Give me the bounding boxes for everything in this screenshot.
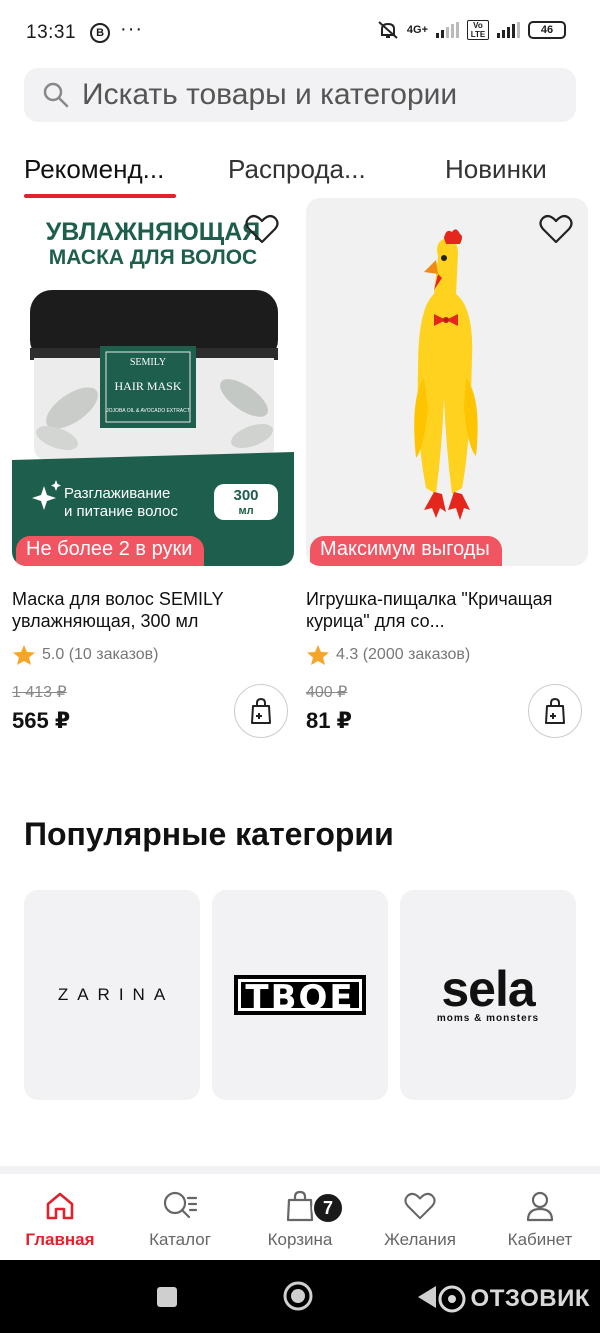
home-button-icon[interactable] [282,1280,314,1312]
popular-categories-title: Популярные категории [24,816,394,852]
catalog-search-icon [163,1191,198,1219]
image-ingredients: JOJOBA OIL & AVOCADO EXTRACT [106,408,190,414]
price-row: 400 ₽ 81 ₽ [306,682,588,738]
rubber-chicken-product-image [414,229,478,520]
nav-home[interactable]: Главная [0,1186,120,1250]
home-icon [46,1192,74,1220]
favorite-heart-icon[interactable] [538,212,574,246]
image-product: HAIR MASK [114,379,181,393]
network-type: 4G+ [406,24,428,36]
brand-tile-tvoe[interactable]: TBOE [212,890,388,1100]
tab-recommended[interactable]: Рекоменд... [24,154,164,185]
nav-divider [0,1166,600,1174]
nav-profile-label: Кабинет [507,1230,573,1249]
heart-icon [404,1192,436,1220]
rating-value: 5.0 [42,646,65,663]
battery-icon: 46 [528,21,566,39]
brand-tile-zarina[interactable]: ZARINA [24,890,200,1100]
nav-profile[interactable]: Кабинет [480,1186,600,1250]
favorite-heart-icon[interactable] [244,212,280,246]
nav-catalog[interactable]: Каталог [120,1186,240,1250]
signal-icon [436,22,459,38]
otzovik-watermark: ОТЗОВИК [437,1284,590,1314]
status-time: 13:31 [26,22,77,43]
image-volume-1: 300 [233,487,258,504]
image-brand: SEMILY [130,357,166,368]
image-benefit-2: и питание волос [64,503,178,520]
app-notification-icon: В [90,23,111,43]
tvoe-logo: TBOE [234,975,366,1018]
product-title[interactable]: Маска для волос SEMILY увлажняющая, 300 … [12,588,294,632]
more-notifications-icon: ··· [120,17,144,40]
star-icon [13,645,35,665]
status-bar: 13:31 В ··· 4G+ Vo LTE 46 [0,0,600,66]
add-to-cart-icon [251,697,271,724]
product-rating: 5.0 (10 заказов) [12,644,294,666]
system-navigation-bar: ОТЗОВИК [0,1260,600,1333]
otzovik-logo-icon [438,1285,466,1313]
signal-icon-2 [497,22,520,38]
profile-icon [526,1191,554,1222]
add-to-cart-icon [545,697,565,724]
product-image[interactable]: Максимум выгоды [306,198,588,566]
nav-home-label: Главная [25,1230,95,1249]
nav-catalog-label: Каталог [149,1230,211,1249]
add-to-cart-button[interactable] [234,684,288,738]
volte-icon: Vo LTE [467,20,489,40]
image-volume-2: мл [238,505,253,517]
price-row: 1 413 ₽ 565 ₽ [12,682,294,738]
image-headline-2: МАСКА ДЛЯ ВОЛОС [49,246,257,269]
rating-value: 4.3 [336,646,359,663]
tab-new[interactable]: Новинки [445,154,547,185]
tab-sale[interactable]: Распрода... [228,154,366,185]
brand-tile-sela[interactable]: sela moms & monsters [400,890,576,1100]
product-card[interactable]: Максимум выгоды Игрушка-пищалка "Кричаща… [306,198,588,738]
image-benefit-1: Разглаживание [64,485,170,502]
nav-cart[interactable]: 7 Корзина [240,1186,360,1250]
sela-tagline: moms & monsters [436,1012,540,1024]
product-title[interactable]: Игрушка-пищалка "Кричащая курица" для со… [306,588,588,632]
feed-tabs: Рекоменд... Распрода... Новинки [0,140,600,200]
product-image[interactable]: УВЛАЖНЯЮЩАЯ МАСКА ДЛЯ ВОЛОС SEMILY HAIR … [12,198,294,566]
back-icon[interactable] [416,1284,438,1310]
add-to-cart-button[interactable] [528,684,582,738]
product-card[interactable]: УВЛАЖНЯЮЩАЯ МАСКА ДЛЯ ВОЛОС SEMILY HAIR … [12,198,294,738]
orders-count: (10 заказов) [68,646,159,663]
promo-badge: Максимум выгоды [310,536,502,566]
cart-bag-icon [286,1190,314,1222]
mute-vibrate-icon [378,21,398,39]
sela-logo: sela [441,960,535,1017]
recent-apps-icon[interactable] [156,1286,178,1308]
orders-count: (2000 заказов) [362,646,471,663]
status-indicators: 4G+ Vo LTE 46 [377,20,566,40]
search-icon [43,82,69,108]
nav-wishlist-label: Желания [384,1230,456,1249]
promo-badge: Не более 2 в руки [16,536,205,566]
star-icon [307,645,329,665]
search-bar[interactable] [24,68,576,122]
bottom-navigation: Главная Каталог 7 Корзина Желания Кабине… [0,1174,600,1260]
hair-mask-product-image: УВЛАЖНЯЮЩАЯ МАСКА ДЛЯ ВОЛОС SEMILY HAIR … [12,198,294,566]
watermark-text: ОТЗОВИК [470,1285,590,1312]
product-rating: 4.3 (2000 заказов) [306,644,588,666]
nav-cart-label: Корзина [267,1230,333,1249]
cart-count-badge: 7 [312,1192,344,1224]
search-input[interactable] [82,78,552,112]
zarina-logo: ZARINA [57,985,175,1004]
image-headline-1: УВЛАЖНЯЮЩАЯ [46,218,260,246]
nav-wishlist[interactable]: Желания [360,1186,480,1250]
